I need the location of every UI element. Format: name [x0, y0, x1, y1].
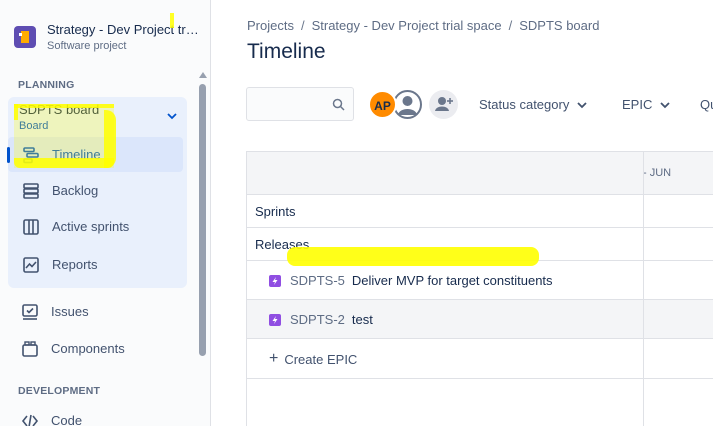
epic-key[interactable]: SDPTS-2 — [290, 312, 345, 327]
backlog-icon — [23, 182, 39, 199]
project-icon — [14, 26, 36, 48]
planning-section-label: PLANNING — [18, 79, 75, 91]
create-epic-label: Create EPIC — [284, 351, 358, 367]
code-icon — [21, 414, 39, 426]
epic-icon — [269, 274, 281, 287]
sidebar: Strategy - Dev Project trial space Softw… — [0, 0, 211, 426]
add-people-button[interactable] — [429, 90, 458, 119]
status-category-filter[interactable]: Status category — [479, 97, 587, 112]
sprints-label: Sprints — [255, 204, 296, 219]
breadcrumb-board[interactable]: SDPTS board — [519, 18, 599, 33]
sidebar-item-label: Code — [51, 413, 83, 426]
sidebar-item-label: Reports — [52, 257, 98, 272]
sidebar-item-backlog[interactable]: Backlog — [8, 173, 183, 208]
sidebar-item-components[interactable]: Components — [8, 331, 188, 366]
chevron-down-icon — [660, 101, 670, 108]
epic-summary[interactable]: test — [352, 312, 373, 327]
breadcrumb-project[interactable]: Strategy - Dev Project trial space — [312, 18, 502, 33]
sidebar-item-code[interactable]: Code — [8, 403, 188, 426]
filter-label: Qu — [700, 97, 713, 112]
epic-icon — [269, 313, 281, 326]
search-input[interactable] — [246, 87, 354, 121]
reports-icon — [23, 256, 39, 273]
sidebar-item-reports[interactable]: Reports — [8, 247, 183, 282]
epic-summary[interactable]: Deliver MVP for target constituents — [352, 273, 553, 288]
timeline-divider — [643, 152, 644, 426]
breadcrumb: Projects / Strategy - Dev Project trial sp… — [247, 18, 600, 33]
highlight-mark — [170, 13, 174, 28]
page-title: Timeline — [247, 40, 326, 63]
project-name: Strategy - Dev Project trial space — [47, 22, 199, 37]
timeline-grid: - JUN Sprints Releases SDPTS-5 Deliver M… — [246, 151, 713, 426]
development-section-label: DEVELOPMENT — [18, 385, 101, 397]
breadcrumb-projects[interactable]: Projects — [247, 18, 294, 33]
create-epic-button[interactable]: + Create EPIC — [269, 350, 357, 368]
scroll-up-arrow-icon[interactable] — [199, 72, 207, 78]
sidebar-item-label: Issues — [51, 304, 89, 319]
active-sprints-icon — [23, 218, 39, 235]
sidebar-item-label: Backlog — [52, 183, 99, 198]
highlight-mark — [287, 247, 539, 266]
epic-filter[interactable]: EPIC — [622, 97, 670, 112]
epic-key[interactable]: SDPTS-5 — [290, 273, 345, 288]
search-icon — [332, 98, 345, 111]
chevron-down-icon[interactable] — [167, 111, 177, 121]
sidebar-item-issues[interactable]: Issues — [8, 294, 188, 329]
sidebar-item-label: Components — [51, 341, 125, 356]
issues-icon — [22, 303, 38, 320]
quick-filter[interactable]: Qu — [700, 97, 713, 112]
highlight-mark — [14, 104, 114, 168]
sidebar-item-active-sprints[interactable]: Active sprints — [8, 209, 183, 244]
filter-label: EPIC — [622, 97, 653, 112]
chevron-down-icon — [577, 101, 587, 108]
avatar[interactable]: AP — [368, 90, 397, 119]
filter-label: Status category — [479, 97, 570, 112]
jira-app: Strategy - Dev Project trial space Softw… — [0, 0, 713, 426]
components-icon — [22, 340, 38, 357]
avatar-unassigned[interactable] — [393, 90, 422, 119]
project-type: Software project — [47, 40, 127, 52]
sidebar-item-label: Active sprints — [52, 219, 130, 234]
month-label: - JUN — [643, 167, 672, 179]
plus-icon: + — [269, 350, 279, 367]
user-icon — [398, 96, 417, 115]
sidebar-scrollbar[interactable] — [199, 84, 206, 356]
add-person-icon — [435, 97, 453, 111]
